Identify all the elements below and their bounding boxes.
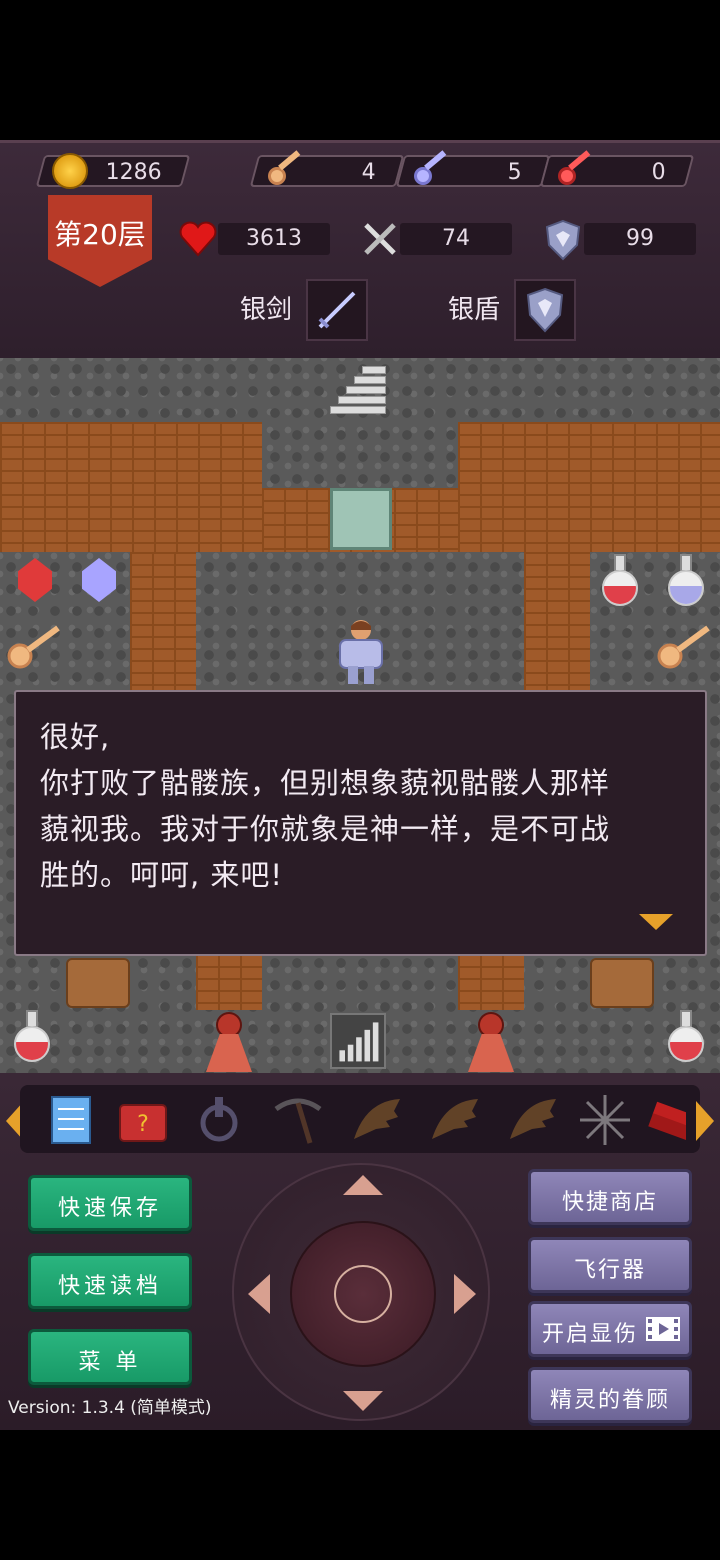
cross-icon[interactable]	[190, 1091, 248, 1149]
menu-button[interactable]: 菜 单	[28, 1329, 192, 1385]
status-hud: 1286 4 5 0 第20层 3613 74 99 银剑 银盾	[0, 140, 720, 358]
quick-load-button[interactable]: 快速读档	[28, 1253, 192, 1309]
dpad-center-ring	[334, 1265, 392, 1323]
quick-save-label: 快速保存	[57, 1196, 162, 1221]
gold-counter: 1286	[35, 153, 191, 189]
red-priest-monster	[460, 1010, 522, 1073]
magic-door-icon	[330, 488, 392, 550]
notebook-icon[interactable]	[42, 1091, 100, 1149]
items-next-arrow-icon[interactable]	[696, 1101, 714, 1141]
resource-row: 1286 4 5 0	[0, 150, 720, 191]
hp-stat: 3613	[218, 223, 330, 255]
blue-key-counter: 5	[395, 150, 551, 189]
brick-wall	[196, 954, 262, 1010]
gold-value: 1286	[105, 160, 162, 185]
shield-icon	[545, 219, 581, 261]
quick-shop-label: 快捷商店	[561, 1190, 658, 1215]
stone-statue-icon	[590, 958, 654, 1008]
control-panel: ? 快速保存 快速读档 菜 单 Version: 1.3.4 (简单模式) 快捷…	[0, 1073, 720, 1430]
quick-shop-button[interactable]: 快捷商店	[528, 1169, 692, 1225]
stone-statue-icon	[66, 958, 130, 1008]
left-arrow-icon[interactable]	[248, 1274, 270, 1314]
continue-arrow-icon[interactable]	[639, 914, 673, 930]
fairy-favor-label: 精灵的眷顾	[549, 1388, 670, 1413]
right-arrow-icon[interactable]	[454, 1274, 476, 1314]
show-damage-label: 开启显伤	[541, 1322, 638, 1347]
quick-load-label: 快速读档	[57, 1274, 162, 1299]
snowflake-icon[interactable]	[576, 1091, 634, 1149]
attack-value: 74	[442, 226, 470, 251]
blue-potion-icon	[666, 554, 706, 610]
heart-icon	[179, 221, 217, 257]
silver-shield-icon	[526, 287, 564, 333]
wing-icon[interactable]	[346, 1091, 404, 1149]
red-key-counter: 0	[539, 150, 695, 189]
weapon-slot[interactable]	[306, 279, 368, 341]
hero-sprite	[339, 620, 383, 684]
down-arrow-icon[interactable]	[343, 1391, 383, 1411]
gold-coin-icon	[52, 153, 88, 189]
hp-value: 3613	[246, 226, 302, 251]
shield-slot[interactable]	[514, 279, 576, 341]
red-potion-icon	[666, 1010, 706, 1066]
svg-text:?: ?	[137, 1112, 149, 1137]
items-bar: ?	[20, 1085, 700, 1153]
brick-wall	[0, 422, 262, 552]
video-icon	[646, 1317, 680, 1341]
dpad-center[interactable]	[290, 1221, 436, 1367]
monster-book-icon[interactable]: ?	[114, 1091, 172, 1149]
defense-stat: 99	[584, 223, 696, 255]
blue-key-value: 5	[507, 160, 522, 185]
dialog-box[interactable]: 很好, 你打败了骷髅族，但别想象藐视骷髅人那样 藐视我。我对于你就象是神一样，是…	[14, 690, 707, 956]
silver-sword-icon	[318, 291, 356, 329]
red-key-icon	[556, 150, 596, 189]
pickaxe-icon[interactable]	[268, 1091, 326, 1149]
quick-save-button[interactable]: 快速保存	[28, 1175, 192, 1231]
wing-up-icon[interactable]	[502, 1091, 560, 1149]
brick-wall	[458, 954, 524, 1010]
version-text: Version: 1.3.4 (简单模式)	[8, 1398, 212, 1418]
yellow-key-icon	[657, 625, 710, 669]
attack-stat: 74	[400, 223, 512, 255]
dynamite-icon[interactable]	[646, 1091, 686, 1149]
shield-label: 银盾	[448, 295, 501, 325]
floor-label: 第20层	[54, 218, 146, 251]
red-priest-monster	[198, 1010, 260, 1073]
direction-pad[interactable]	[232, 1163, 490, 1421]
floor-banner: 第20层	[48, 195, 152, 287]
defense-value: 99	[626, 226, 654, 251]
red-potion-icon	[600, 554, 640, 610]
brick-wall	[130, 552, 196, 692]
signal-bars-icon	[330, 1013, 386, 1069]
yellow-key-icon	[266, 150, 306, 189]
show-damage-button[interactable]: 开启显伤	[528, 1301, 692, 1357]
brick-wall	[458, 422, 720, 552]
dialog-line: 很好,	[40, 720, 111, 754]
blue-key-icon	[412, 150, 452, 189]
weapon-label: 银剑	[240, 295, 293, 325]
red-key-value: 0	[651, 160, 666, 185]
flyer-button[interactable]: 飞行器	[528, 1237, 692, 1293]
yellow-key-counter: 4	[249, 150, 405, 189]
yellow-key-value: 4	[361, 160, 376, 185]
up-arrow-icon[interactable]	[343, 1175, 383, 1195]
dialog-line: 胜的。呵呵, 来吧!	[40, 858, 284, 892]
fairy-favor-button[interactable]: 精灵的眷顾	[528, 1367, 692, 1423]
upstairs-icon	[330, 362, 386, 418]
yellow-key-icon	[7, 625, 60, 669]
brick-wall	[524, 552, 590, 692]
red-potion-icon	[12, 1010, 52, 1066]
dialog-line: 藐视我。我对于你就象是神一样，是不可战	[40, 812, 611, 846]
crossed-swords-icon	[364, 223, 396, 255]
menu-label: 菜 单	[78, 1350, 142, 1375]
wing-down-icon[interactable]	[424, 1091, 482, 1149]
flyer-label: 飞行器	[573, 1258, 646, 1283]
dialog-line: 你打败了骷髅族，但别想象藐视骷髅人那样	[40, 766, 611, 800]
